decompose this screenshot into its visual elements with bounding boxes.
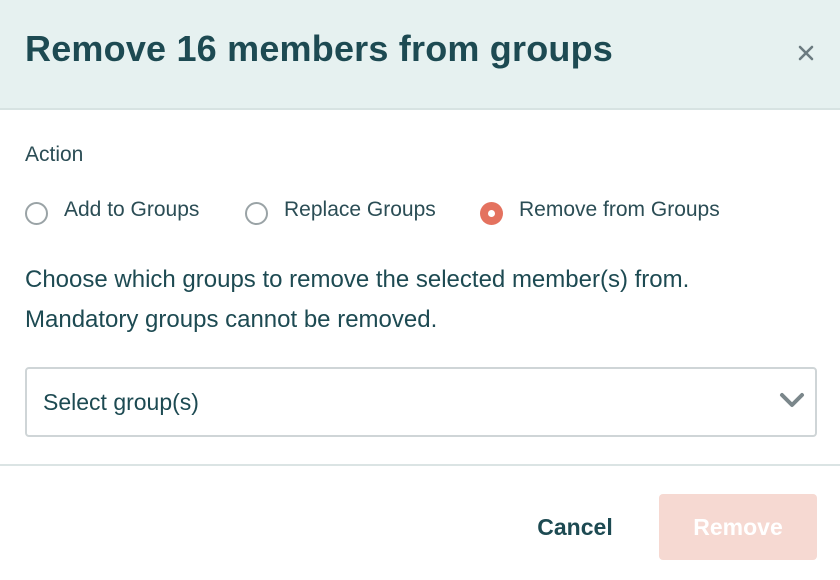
close-button[interactable] (786, 33, 826, 73)
remove-button[interactable]: Remove (659, 494, 817, 560)
radio-label-replace-groups: Replace Groups (284, 198, 436, 221)
description-line-1: Choose which groups to remove the select… (25, 266, 690, 293)
radio-remove-from-groups[interactable]: Remove from Groups (480, 194, 720, 226)
remove-members-dialog: Remove 16 members from groups Action Add… (0, 0, 840, 580)
description-line-2: Mandatory groups cannot be removed. (25, 306, 438, 333)
radio-label-add-to-groups: Add to Groups (64, 198, 200, 221)
radio-checked-icon[interactable] (480, 201, 503, 225)
radio-label-remove-from-groups: Remove from Groups (519, 198, 720, 221)
radio-unchecked-icon[interactable] (245, 201, 268, 225)
cancel-button[interactable]: Cancel (520, 504, 630, 550)
group-select[interactable]: Select group(s) (25, 367, 817, 437)
dialog-header: Remove 16 members from groups (0, 0, 840, 110)
close-icon (798, 45, 814, 61)
radio-unchecked-icon[interactable] (25, 201, 48, 225)
footer-divider (0, 464, 840, 466)
dialog-title: Remove 16 members from groups (25, 28, 613, 69)
group-select-placeholder: Select group(s) (43, 388, 199, 415)
description-text: Choose which groups to remove the select… (25, 260, 815, 340)
radio-add-to-groups[interactable]: Add to Groups (25, 194, 199, 226)
chevron-down-icon[interactable] (779, 391, 805, 409)
action-label: Action (25, 143, 84, 166)
radio-replace-groups[interactable]: Replace Groups (245, 194, 436, 226)
